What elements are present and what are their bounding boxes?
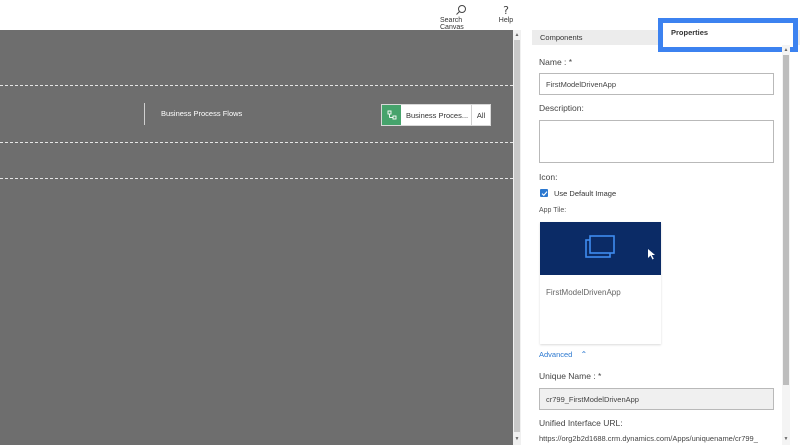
name-value: FirstModelDrivenApp xyxy=(546,79,617,89)
canvas-divider xyxy=(0,178,513,179)
advanced-toggle[interactable]: Advanced ⌃ xyxy=(539,350,587,359)
canvas-divider xyxy=(0,142,513,143)
tab-components[interactable]: Components xyxy=(540,30,583,45)
scroll-down-arrow-icon[interactable]: ▼ xyxy=(783,436,789,442)
name-label: Name : * xyxy=(539,57,573,67)
description-field[interactable] xyxy=(539,120,774,163)
help-label: Help xyxy=(498,17,514,24)
app-tile-image xyxy=(540,222,661,275)
icon-label: Icon: xyxy=(539,172,558,182)
tab-properties[interactable]: Properties xyxy=(658,18,798,52)
app-tile-label: App Tile: xyxy=(539,207,567,214)
all-button[interactable]: All xyxy=(472,105,490,125)
checkmark-icon xyxy=(541,190,547,196)
row-title: Business Process Flows xyxy=(161,109,243,118)
panel-scrollbar[interactable]: ▲ ▼ xyxy=(782,45,790,445)
name-field[interactable]: FirstModelDrivenApp xyxy=(539,73,774,95)
unified-interface-url-label: Unified Interface URL: xyxy=(539,418,623,428)
process-flow-icon xyxy=(382,105,401,125)
scroll-up-arrow-icon[interactable]: ▲ xyxy=(514,32,520,38)
app-tile-name: FirstModelDrivenApp xyxy=(546,288,621,297)
scroll-down-arrow-icon[interactable]: ▼ xyxy=(514,436,520,442)
unique-name-value: cr799_FirstModelDrivenApp xyxy=(546,394,639,404)
use-default-image-checkbox[interactable] xyxy=(540,189,548,197)
business-process-label: Business Proces... xyxy=(401,105,472,125)
canvas-scroll-thumb[interactable] xyxy=(514,40,520,432)
chevron-up-icon: ⌃ xyxy=(580,350,588,359)
row-divider xyxy=(144,103,145,125)
app-tile-icon xyxy=(585,235,655,260)
unified-interface-url-link[interactable]: https://org2b2d1688.crm.dynamics.com/App… xyxy=(539,434,779,443)
search-icon xyxy=(456,5,466,15)
unique-name-field[interactable]: cr799_FirstModelDrivenApp xyxy=(539,388,774,410)
question-mark-icon: ? xyxy=(503,4,509,16)
description-label: Description: xyxy=(539,103,584,113)
search-canvas-button[interactable]: Search Canvas xyxy=(440,4,482,31)
use-default-image-label: Use Default Image xyxy=(554,189,617,198)
properties-panel: Components Properties Name : * FirstMode… xyxy=(532,18,800,445)
search-canvas-label: Search Canvas xyxy=(440,17,464,31)
business-process-flows-row[interactable]: Business Process Flows Business Proces..… xyxy=(0,85,513,142)
canvas-scrollbar[interactable]: ▲ ▼ xyxy=(513,30,521,445)
svg-text:?: ? xyxy=(503,4,509,16)
unique-name-label: Unique Name : * xyxy=(539,371,602,381)
help-button[interactable]: ? Help xyxy=(496,4,516,24)
app-tile-preview[interactable]: FirstModelDrivenApp xyxy=(540,222,661,344)
scroll-up-arrow-icon[interactable]: ▲ xyxy=(783,47,789,53)
advanced-label: Advanced xyxy=(539,350,573,359)
panel-scroll-thumb[interactable] xyxy=(783,55,789,385)
designer-canvas[interactable]: Business Process Flows Business Proces..… xyxy=(0,30,513,445)
business-process-flows-tile[interactable]: Business Proces... All xyxy=(381,104,491,126)
